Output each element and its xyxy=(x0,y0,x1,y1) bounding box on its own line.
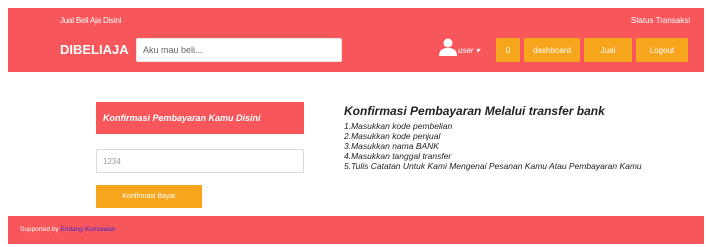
user-icon xyxy=(439,38,457,56)
page: Jual Beli Aja Disini Status Transaksi DI… xyxy=(0,0,708,247)
confirm-panel-title: Konfirmasi Pembayaran Kamu Disini xyxy=(96,102,304,134)
footer-credit: Supported by Endang Kurniawan xyxy=(20,226,115,233)
instruction-step: 3.Masukkan nama BANK xyxy=(344,141,439,151)
search-input[interactable] xyxy=(136,38,342,62)
footer-bar: Supported by Endang Kurniawan xyxy=(8,216,704,244)
tagline: Jual Beli Aja Disini xyxy=(60,16,122,25)
confirm-payment-button[interactable]: Konfirmasi Bayar xyxy=(96,185,202,208)
dashboard-button[interactable]: dashboard xyxy=(524,38,580,62)
user-label: user ▾ xyxy=(458,46,480,55)
header-bar: Jual Beli Aja Disini Status Transaksi DI… xyxy=(8,8,704,72)
status-transaksi-link[interactable]: Status Transaksi xyxy=(631,16,690,25)
logout-button[interactable]: Logout xyxy=(636,38,688,62)
author-link[interactable]: Endang Kurniawan xyxy=(60,226,115,233)
instruction-step: 1.Masukkan kode pembelian xyxy=(344,121,453,131)
jual-button[interactable]: Jual xyxy=(584,38,632,62)
instruction-step: 2.Masukkan kode penjual xyxy=(344,131,441,141)
instructions-panel: Konfirmasi Pembayaran Melalui transfer b… xyxy=(344,104,642,171)
supported-by-label: Supported by xyxy=(20,226,59,233)
instruction-step: 4.Masukkan tanggal transfer xyxy=(344,151,452,161)
instructions-title: Konfirmasi Pembayaran Melalui transfer b… xyxy=(344,104,605,118)
cart-count-button[interactable]: 0 xyxy=(496,38,520,62)
instructions-list: 1.Masukkan kode pembelian 2.Masukkan kod… xyxy=(344,121,642,171)
user-menu[interactable]: user ▾ xyxy=(438,38,490,60)
payment-code-input[interactable] xyxy=(96,149,304,173)
instruction-step: 5.Tulis Catatan Untuk Kami Mengenai Pesa… xyxy=(344,161,642,171)
brand-logo[interactable]: DIBELIAJA xyxy=(60,42,129,57)
